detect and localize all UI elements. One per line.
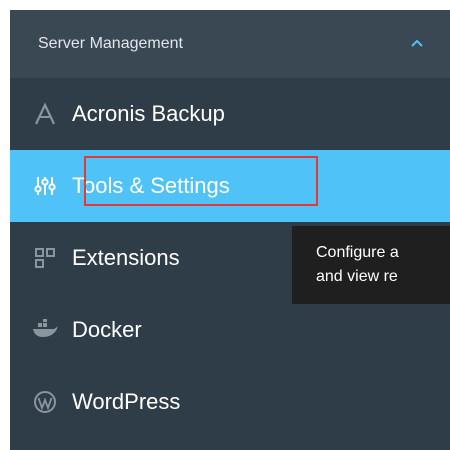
sidebar-item-label: Extensions — [72, 245, 180, 270]
acronis-icon — [32, 101, 58, 127]
tooltip: Configure a and view re — [292, 226, 450, 304]
extensions-icon — [32, 245, 58, 271]
chevron-up-icon[interactable] — [410, 38, 424, 48]
tooltip-line: Configure a — [316, 244, 399, 261]
wordpress-icon — [32, 389, 58, 415]
sidebar-item-label: WordPress — [72, 389, 181, 414]
sidebar-item-label: Acronis Backup — [72, 101, 225, 126]
sidebar-item-docker[interactable]: Docker — [10, 294, 450, 366]
sidebar-item-wordpress[interactable]: WordPress — [10, 366, 450, 438]
sidebar-item-label: Tools & Settings — [72, 173, 230, 198]
sidebar-item-tools-settings[interactable]: Tools & Settings — [10, 150, 450, 222]
sidebar-item-acronis-backup[interactable]: Acronis Backup — [10, 78, 450, 150]
section-header-server-management[interactable]: Server Management — [10, 10, 450, 78]
section-title: Server Management — [38, 35, 183, 52]
tools-icon — [32, 173, 58, 199]
tooltip-line: and view re — [316, 268, 398, 285]
docker-icon — [32, 317, 58, 343]
sidebar-item-label: Docker — [72, 317, 142, 342]
